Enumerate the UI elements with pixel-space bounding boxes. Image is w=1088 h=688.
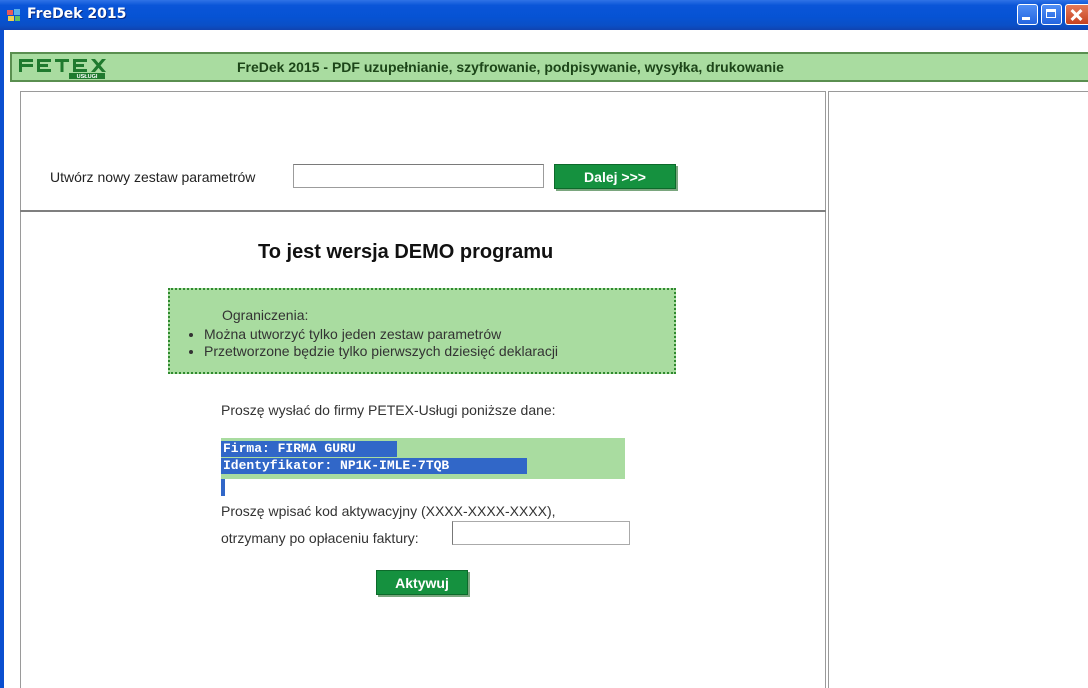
limitations-box: Ograniczenia: Można utworzyć tylko jeden…	[168, 288, 676, 374]
send-data-label: Proszę wysłać do firmy PETEX-Usługi poni…	[221, 402, 556, 418]
header-title: FreDek 2015 - PDF uzupełnianie, szyfrowa…	[237, 59, 784, 75]
next-button[interactable]: Dalej >>>	[554, 164, 676, 189]
svg-text:USŁUGI: USŁUGI	[77, 74, 98, 79]
activate-button[interactable]: Aktywuj	[376, 570, 468, 595]
maximize-button[interactable]	[1041, 4, 1062, 25]
window-title: FreDek 2015	[27, 6, 127, 22]
company-line: Firma: FIRMA GURU	[221, 441, 397, 457]
activation-label-line2: otrzymany po opłaceniu faktury:	[221, 530, 419, 546]
limitations-list: Można utworzyć tylko jeden zestaw parame…	[184, 326, 558, 360]
list-item: Przetworzone będzie tylko pierwszych dzi…	[204, 343, 558, 360]
selection-caret	[221, 479, 225, 496]
parameter-set-name-input[interactable]	[293, 164, 544, 188]
minimize-button[interactable]	[1017, 4, 1038, 25]
side-panel	[828, 91, 1088, 688]
window-titlebar[interactable]: FreDek 2015	[0, 0, 1088, 30]
list-item: Można utworzyć tylko jeden zestaw parame…	[204, 326, 558, 343]
limitations-heading: Ograniczenia:	[222, 307, 309, 323]
activation-code-input[interactable]	[452, 521, 630, 545]
activation-label-line1: Proszę wpisać kod aktywacyjny (XXXX-XXXX…	[221, 503, 556, 519]
identifier-line: Identyfikator: NP1K-IMLE-7TQB	[221, 458, 527, 474]
registration-data-box[interactable]: Firma: FIRMA GURU Identyfikator: NP1K-IM…	[221, 438, 625, 479]
fredek-app-icon	[7, 9, 20, 21]
section-divider	[20, 210, 826, 212]
create-set-label: Utwórz nowy zestaw parametrów	[50, 169, 256, 185]
app-header: USŁUGI FreDek 2015 - PDF uzupełnianie, s…	[10, 52, 1088, 82]
demo-title: To jest wersja DEMO programu	[258, 241, 554, 263]
close-button[interactable]	[1065, 4, 1088, 25]
petex-logo: USŁUGI	[19, 59, 106, 79]
